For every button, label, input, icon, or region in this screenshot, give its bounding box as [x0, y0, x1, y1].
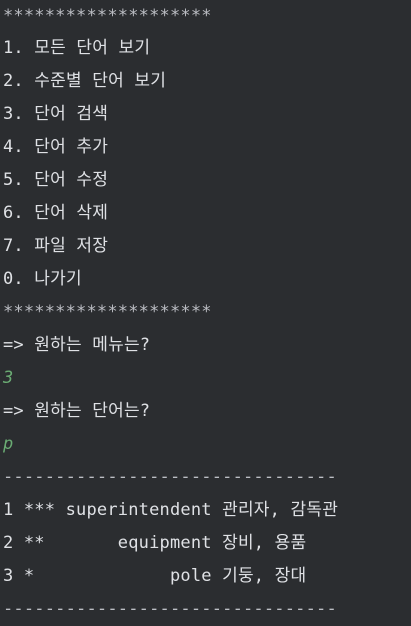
- menu-item: 7. 파일 저장: [3, 236, 109, 256]
- menu-prompt: => 원하는 메뉴는?: [3, 335, 151, 355]
- console-output: ******************** 1. 모든 단어 보기 2. 수준별 …: [0, 0, 411, 619]
- result-row: 2 ** equipment 장비, 용품: [3, 533, 307, 553]
- menu-item: 1. 모든 단어 보기: [3, 38, 151, 58]
- menu-item: 3. 단어 검색: [3, 104, 109, 124]
- menu-item: 2. 수준별 단어 보기: [3, 71, 167, 91]
- word-prompt: => 원하는 단어는?: [3, 401, 151, 421]
- result-row: 3 * pole 기둥, 장대: [3, 566, 307, 586]
- menu-item: 5. 단어 수정: [3, 170, 109, 190]
- separator-line: --------------------------------: [3, 467, 337, 487]
- menu-item: 6. 단어 삭제: [3, 203, 109, 223]
- separator-line: ********************: [3, 6, 212, 26]
- menu-input[interactable]: 3: [3, 362, 13, 395]
- word-input[interactable]: p: [3, 428, 13, 461]
- separator-line: ********************: [3, 302, 212, 322]
- menu-item: 0. 나가기: [3, 269, 82, 289]
- separator-line: --------------------------------: [3, 599, 337, 619]
- result-row: 1 *** superintendent 관리자, 감독관: [3, 500, 339, 520]
- menu-item: 4. 단어 추가: [3, 137, 109, 157]
